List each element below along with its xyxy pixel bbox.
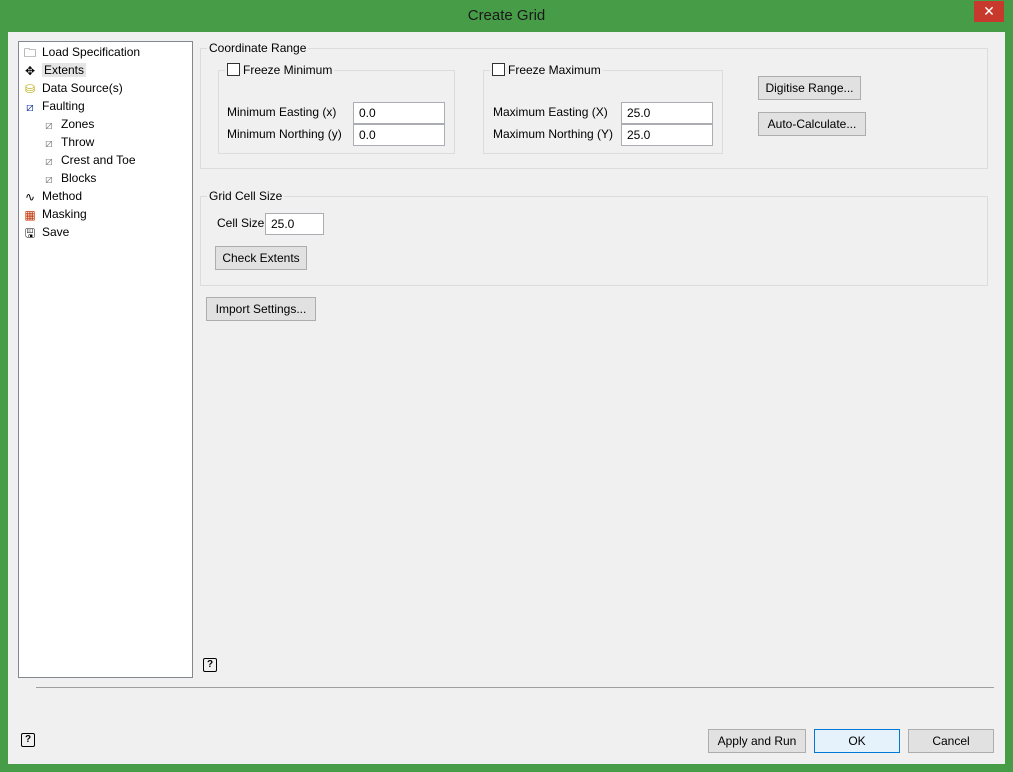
tree-item-label: Masking — [42, 207, 87, 221]
tree-item-masking[interactable]: ▦ Masking — [22, 205, 87, 223]
tree-item-load-specification[interactable]: 🗀 Load Specification — [22, 43, 140, 61]
check-extents-button[interactable]: Check Extents — [215, 246, 307, 270]
tree-item-label: Faulting — [42, 99, 85, 113]
tree-item-label: Extents — [42, 63, 87, 77]
tree-item-blocks[interactable]: ⧄ Blocks — [41, 169, 96, 187]
window-title: Create Grid — [467, 7, 546, 24]
folder-icon: 🗀 — [23, 45, 36, 60]
freeze-maximum-label: Freeze Maximum — [508, 63, 601, 77]
max-easting-input[interactable]: 25.0 — [621, 102, 713, 124]
freeze-minimum-checkbox[interactable]: Freeze Minimum — [225, 63, 334, 77]
freeze-minimum-label: Freeze Minimum — [243, 63, 333, 77]
fault-icon: ⧄ — [45, 135, 53, 150]
digitise-range-button[interactable]: Digitise Range... — [758, 76, 861, 100]
tree-item-extents[interactable]: ✥ Extents — [22, 61, 87, 79]
tree-item-save[interactable]: 🖫 Save — [22, 223, 69, 241]
cancel-button[interactable]: Cancel — [908, 729, 994, 753]
grid-cell-size-title: Grid Cell Size — [209, 189, 283, 203]
min-northing-input[interactable]: 0.0 — [353, 124, 445, 146]
dialog-body: 🗀 Load Specification ✥ Extents ⛁ Data Source(… — [8, 32, 1005, 764]
max-northing-label: Maximum Northing (Y) — [493, 127, 614, 141]
import-settings-button[interactable]: Import Settings... — [206, 297, 316, 321]
cell-size-input[interactable]: 25.0 — [265, 213, 324, 235]
tree-item-label: Save — [42, 225, 70, 239]
tree-item-label: Zones — [61, 117, 95, 131]
max-easting-label: Maximum Easting (X) — [493, 105, 608, 119]
divider — [36, 687, 994, 688]
fault-icon: ⧄ — [45, 171, 53, 186]
tree-item-label: Method — [42, 189, 83, 203]
checkbox-icon[interactable] — [227, 63, 240, 76]
navigation-tree[interactable]: 🗀 Load Specification ✥ Extents ⛁ Data Source(… — [18, 41, 193, 678]
auto-calculate-button[interactable]: Auto-Calculate... — [758, 112, 866, 136]
cell-size-label: Cell Size — [217, 216, 265, 230]
tree-item-throw[interactable]: ⧄ Throw — [41, 133, 94, 151]
tree-item-method[interactable]: ∿ Method — [22, 187, 82, 205]
checkbox-icon[interactable] — [492, 63, 505, 76]
curve-icon: ∿ — [24, 189, 36, 204]
tree-item-faulting[interactable]: ⧄ Faulting — [22, 97, 85, 115]
fault-icon: ⧄ — [45, 117, 53, 132]
database-icon: ⛁ — [24, 81, 36, 96]
apply-and-run-button[interactable]: Apply and Run — [708, 729, 806, 753]
close-button[interactable]: ✕ — [974, 1, 1004, 22]
tree-item-zones[interactable]: ⧄ Zones — [41, 115, 94, 133]
move-arrows-icon: ✥ — [24, 63, 36, 78]
max-northing-input[interactable]: 25.0 — [621, 124, 713, 146]
tree-item-label: Data Source(s) — [42, 81, 123, 95]
tree-item-data-source-s[interactable]: ⛁ Data Source(s) — [22, 79, 123, 97]
grid-mask-icon: ▦ — [24, 207, 36, 222]
tree-item-label: Crest and Toe — [61, 153, 136, 167]
min-easting-input[interactable]: 0.0 — [353, 102, 445, 124]
ok-button[interactable]: OK — [814, 729, 900, 753]
help-icon[interactable]: ? — [21, 733, 35, 747]
freeze-maximum-checkbox[interactable]: Freeze Maximum — [490, 63, 603, 77]
fault-icon: ⧄ — [26, 99, 34, 114]
tree-item-label: Throw — [61, 135, 95, 149]
help-icon[interactable]: ? — [203, 658, 217, 672]
tree-item-label: Load Specification — [42, 45, 141, 59]
grid-cell-size-group: Grid Cell Size — [200, 189, 988, 286]
tree-item-crest-and-toe[interactable]: ⧄ Crest and Toe — [41, 151, 136, 169]
save-icon: 🖫 — [24, 225, 36, 240]
min-northing-label: Minimum Northing (y) — [227, 127, 342, 141]
tree-item-label: Blocks — [61, 171, 97, 185]
min-easting-label: Minimum Easting (x) — [227, 105, 337, 119]
fault-icon: ⧄ — [45, 153, 53, 168]
coordinate-range-title: Coordinate Range — [209, 41, 307, 55]
